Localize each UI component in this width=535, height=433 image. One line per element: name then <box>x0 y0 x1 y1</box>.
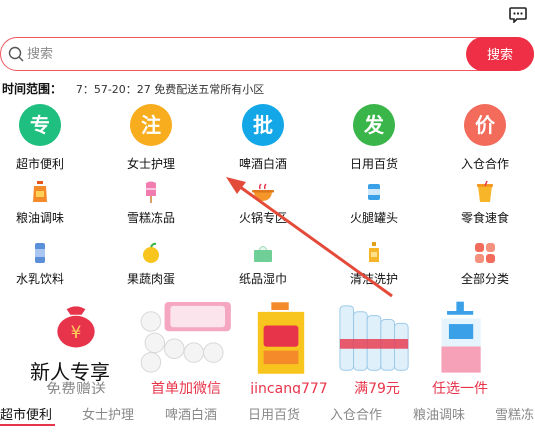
category-label: 粮油调味 <box>15 211 64 225</box>
category-feminine-care[interactable]: 注 女士护理 <box>106 104 196 171</box>
fa-badge-icon: 发 <box>353 104 395 146</box>
promo-strip: ¥ 新人专享 免费赠送 首单加微信 jincang777 满79元 任选一件 <box>0 298 535 394</box>
delivery-time-label: 时间范围： <box>2 82 63 96</box>
category-snacks[interactable]: 零食速食 <box>440 180 530 228</box>
category-label: 纸品湿巾 <box>238 272 287 286</box>
delivery-time-value: 7：57-20：27 免费配送五常所有小区 <box>75 83 265 96</box>
zhuan-badge-icon: 专 <box>19 104 61 146</box>
promo-text: 首单加微信 <box>151 381 221 394</box>
category-all[interactable]: 全部分类 <box>440 241 530 289</box>
snack-cup-icon <box>477 180 493 202</box>
category-label: 雪糕冻品 <box>126 211 175 225</box>
category-warehouse-partner[interactable]: 价 入仓合作 <box>440 104 530 171</box>
category-tabs: 超市便利 女士护理 啤酒白酒 日用百货 入仓合作 粮油调味 雪糕冻 <box>0 400 535 433</box>
tissue-box-icon <box>254 246 272 262</box>
category-supermarket[interactable]: 专 超市便利 <box>0 104 85 171</box>
category-cleaning[interactable]: 清洁洗护 <box>329 241 419 289</box>
popsicle-icon <box>146 181 156 203</box>
category-grain-oil[interactable]: 粮油调味 <box>0 180 85 228</box>
promo-text: jincang777 <box>250 381 328 394</box>
category-label: 啤酒白酒 <box>238 157 287 171</box>
top-bar <box>0 0 535 36</box>
category-daily-goods[interactable]: 发 日用百货 <box>329 104 419 171</box>
promo-item-detergent[interactable]: jincang777 <box>244 298 334 394</box>
promo-text: 任选一件 <box>432 381 488 394</box>
category-label: 零食速食 <box>460 211 509 225</box>
tab-warehouse-partner[interactable]: 入仓合作 <box>330 404 382 423</box>
tab-feminine-care[interactable]: 女士护理 <box>82 404 134 423</box>
category-beer-liquor[interactable]: 批 啤酒白酒 <box>218 104 308 171</box>
svg-text:¥: ¥ <box>71 322 82 342</box>
tab-supermarket[interactable]: 超市便利 <box>0 404 52 423</box>
soap-bottle-icon <box>369 242 379 262</box>
handwash-bottle-image <box>441 301 481 373</box>
all-categories-icon <box>475 243 495 263</box>
category-label: 水乳饮料 <box>15 272 64 286</box>
category-label: 火锅专区 <box>238 211 287 225</box>
promo-new-user[interactable]: ¥ 新人专享 免费赠送 <box>20 298 128 394</box>
search-bar: 搜索 <box>0 36 534 71</box>
promo-text: 满79元 <box>354 381 400 394</box>
pi-badge-icon: 批 <box>242 104 284 146</box>
category-label: 全部分类 <box>460 272 509 286</box>
apple-icon <box>143 242 159 263</box>
promo-item-handwash[interactable]: 任选一件 <box>420 298 500 394</box>
chat-bubble-icon[interactable] <box>509 7 527 23</box>
tab-frozen[interactable]: 雪糕冻 <box>495 404 534 423</box>
money-bag-icon: ¥ <box>57 306 95 348</box>
drink-can-icon <box>35 243 45 263</box>
category-tissue[interactable]: 纸品湿巾 <box>218 241 308 289</box>
oil-bottle-icon <box>33 181 47 202</box>
category-label: 日用百货 <box>349 157 398 171</box>
category-produce-meat[interactable]: 果蔬肉蛋 <box>106 241 196 289</box>
delivery-time: 时间范围： 7：57-20：27 免费配送五常所有小区 <box>2 80 264 98</box>
category-label: 清洁洗护 <box>349 272 398 286</box>
promo-new-user-subtitle: 免费赠送 <box>46 380 107 394</box>
category-label: 火腿罐头 <box>349 211 398 225</box>
active-tab-indicator <box>0 424 55 426</box>
search-icon <box>8 46 24 62</box>
tab-beer-liquor[interactable]: 啤酒白酒 <box>165 404 217 423</box>
water-bottles-image <box>339 305 409 371</box>
promo-item-water[interactable]: 满79元 <box>334 298 420 394</box>
search-button[interactable]: 搜索 <box>466 36 534 71</box>
can-icon <box>368 184 380 200</box>
category-frozen[interactable]: 雪糕冻品 <box>106 180 196 228</box>
tab-grain-oil[interactable]: 粮油调味 <box>413 404 465 423</box>
hotpot-icon <box>252 183 274 201</box>
category-label: 女士护理 <box>126 157 175 171</box>
zhu-badge-icon: 注 <box>130 104 172 146</box>
category-hotpot[interactable]: 火锅专区 <box>218 180 308 228</box>
category-label: 超市便利 <box>15 157 64 171</box>
category-label: 入仓合作 <box>460 157 509 171</box>
category-label: 果蔬肉蛋 <box>126 272 175 286</box>
category-canned[interactable]: 火腿罐头 <box>329 180 419 228</box>
tissue-rolls-image <box>140 301 231 373</box>
category-dairy-drinks[interactable]: 水乳饮料 <box>0 241 85 289</box>
jia-badge-icon: 价 <box>464 104 506 146</box>
search-input[interactable] <box>27 43 447 65</box>
tab-daily-goods[interactable]: 日用百货 <box>248 404 300 423</box>
promo-item-tissue[interactable]: 首单加微信 <box>134 298 238 394</box>
detergent-bottle-image <box>257 302 305 374</box>
